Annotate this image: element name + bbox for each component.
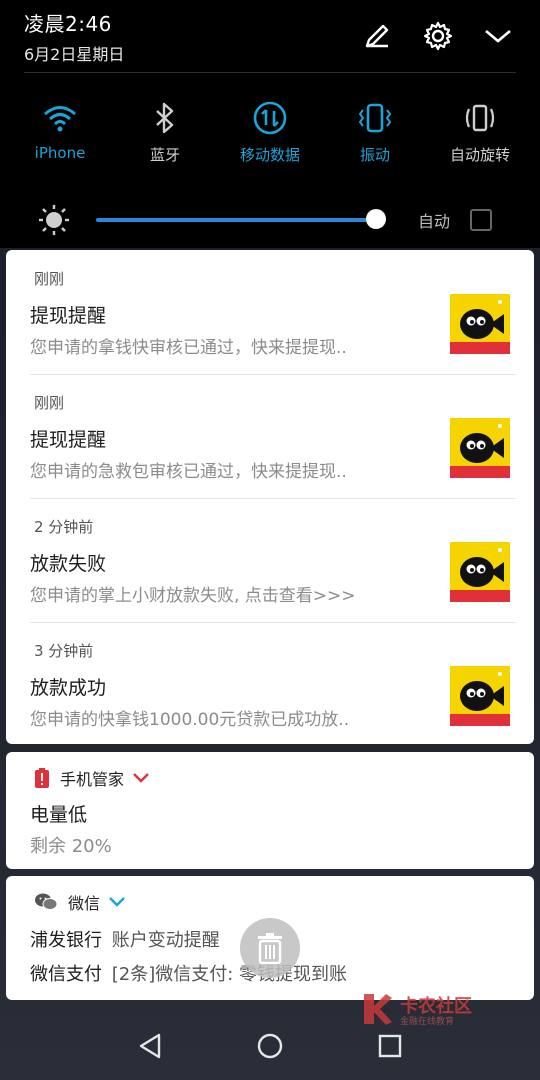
notification-body: 剩余 20%	[30, 836, 112, 857]
wechat-icon	[35, 893, 58, 910]
message-sender: 浦发银行	[30, 930, 102, 951]
message-text: [2条]微信支付: 零钱提现到账	[111, 964, 348, 985]
notification-title: 提现提醒	[30, 429, 107, 451]
navigation-bar	[0, 1000, 540, 1080]
bluetooth-icon	[145, 98, 185, 138]
app-thumbnail	[450, 666, 510, 726]
qs-mobile-data-toggle[interactable]: 移动数据	[216, 98, 324, 165]
vibrate-icon	[355, 98, 395, 138]
message-sender: 微信支付	[30, 964, 102, 985]
auto-brightness-label: 自动	[418, 212, 451, 231]
home-icon	[257, 1033, 283, 1059]
app-name: 微信	[68, 894, 101, 913]
qs-bluetooth-toggle[interactable]: 蓝牙	[111, 98, 219, 165]
auto-rotate-icon	[460, 98, 500, 138]
qs-auto-rotate-label: 自动旋转	[449, 146, 510, 164]
brightness-icon	[38, 204, 70, 236]
notification-body: 您申请的拿钱快审核已通过，快来提提现..	[30, 338, 347, 358]
notification-body: 您申请的快拿钱1000.00元贷款已成功放..	[30, 710, 350, 730]
date: 6月2日星期日	[24, 45, 125, 64]
expand-chevron-icon[interactable]	[108, 896, 126, 908]
notification-body: 您申请的掌上小财放款失败, 点击查看>>>	[30, 586, 356, 606]
notification-item[interactable]: 2 分钟前 放款失败 您申请的掌上小财放款失败, 点击查看>>>	[6, 498, 534, 622]
wifi-icon	[40, 98, 80, 138]
notification-item[interactable]: 刚刚 提现提醒 您申请的拿钱快审核已通过，快来提提现..	[6, 250, 534, 374]
qs-bluetooth-label: 蓝牙	[149, 146, 180, 164]
qs-vibrate-toggle[interactable]: 振动	[321, 98, 429, 165]
qs-wifi-label: iPhone	[34, 144, 86, 162]
edit-icon[interactable]	[359, 18, 395, 54]
mobile-data-icon	[250, 98, 290, 138]
notification-item[interactable]: 3 分钟前 放款成功 您申请的快拿钱1000.00元贷款已成功放..	[6, 622, 534, 746]
battery-alert-icon	[35, 768, 49, 788]
app-thumbnail	[450, 542, 510, 602]
brightness-slider-thumb[interactable]	[366, 209, 386, 229]
recents-icon	[378, 1034, 402, 1058]
auto-brightness-checkbox[interactable]	[470, 209, 492, 231]
collapse-chevron-icon[interactable]	[480, 18, 516, 54]
app-header: 手机管家	[34, 766, 150, 790]
back-button[interactable]	[134, 1030, 166, 1062]
clear-all-button[interactable]	[240, 918, 300, 978]
notification-title: 提现提醒	[30, 305, 107, 327]
notification-body: 您申请的急救包审核已通过，快来提提现..	[30, 462, 347, 482]
qs-mobile-data-label: 移动数据	[239, 146, 300, 164]
qs-auto-rotate-toggle[interactable]: 自动旋转	[426, 98, 534, 165]
back-icon	[139, 1033, 161, 1059]
header-divider	[24, 72, 516, 73]
notification-time: 3 分钟前	[34, 642, 94, 660]
qs-wifi-toggle[interactable]: iPhone	[6, 98, 114, 162]
app-thumbnail	[450, 294, 510, 354]
notification-time: 刚刚	[34, 270, 65, 288]
phone-manager-notification[interactable]: 手机管家 电量低 剩余 20%	[6, 752, 534, 869]
loan-notifications-card: 刚刚 提现提醒 您申请的拿钱快审核已通过，快来提提现.. 刚刚 提现提醒 您申请…	[6, 250, 534, 744]
gear-icon[interactable]	[420, 18, 456, 54]
app-header: 微信	[34, 890, 126, 914]
recents-button[interactable]	[374, 1030, 406, 1062]
notification-title: 电量低	[30, 804, 88, 826]
clock: 凌晨2:46	[24, 12, 112, 36]
app-name: 手机管家	[60, 770, 125, 789]
quick-settings-panel: 凌晨2:46 6月2日星期日 iPhone 蓝牙 移动数据 振动 自动旋转 自动	[0, 0, 540, 248]
brightness-slider-track[interactable]	[96, 218, 376, 222]
notification-time: 刚刚	[34, 394, 65, 412]
expand-chevron-icon[interactable]	[132, 772, 150, 784]
qs-vibrate-label: 振动	[359, 146, 390, 164]
wechat-message-line: 浦发银行 账户变动提醒	[30, 926, 220, 952]
notification-title: 放款成功	[30, 677, 107, 699]
message-text: 账户变动提醒	[111, 930, 220, 951]
notification-time: 2 分钟前	[34, 518, 94, 536]
wechat-message-line: 微信支付 [2条]微信支付: 零钱提现到账	[30, 960, 347, 986]
notification-title: 放款失败	[30, 553, 107, 575]
notification-item[interactable]: 刚刚 提现提醒 您申请的急救包审核已通过，快来提提现..	[6, 374, 534, 498]
home-button[interactable]	[254, 1030, 286, 1062]
app-thumbnail	[450, 418, 510, 478]
trash-icon	[258, 933, 282, 964]
